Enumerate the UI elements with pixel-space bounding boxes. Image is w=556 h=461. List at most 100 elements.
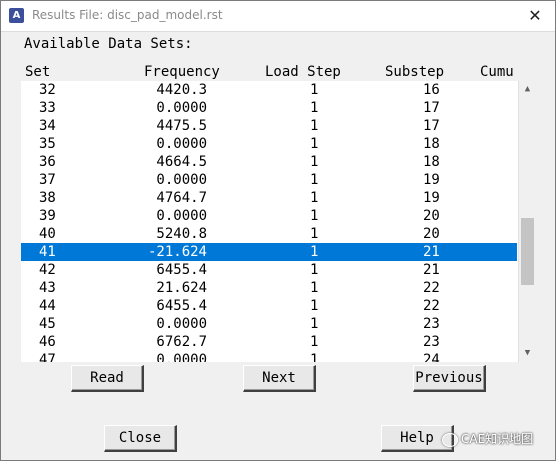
load-step-cell: 1 [310,154,319,170]
load-step-cell: 1 [310,100,319,116]
scrollbar-thumb[interactable] [521,218,534,285]
set-cell: 40 [39,226,56,242]
ansys-app-icon: A [9,8,24,23]
watermark-text: CAE知识地图 [461,432,534,446]
set-cell: 35 [39,136,56,152]
list-row[interactable]: 34 4475.5 1 17 [21,117,517,135]
set-cell: 36 [39,154,56,170]
frequency-cell: 0.0000 [156,352,207,362]
frequency-cell: 5240.8 [156,226,207,242]
load-step-cell: 1 [310,118,319,134]
load-step-cell: 1 [310,298,319,314]
substep-cell: 16 [423,82,440,98]
substep-cell: 19 [423,190,440,206]
frequency-cell: 4420.3 [156,82,207,98]
substep-cell: 21 [423,262,440,278]
wechat-logo-icon [442,432,458,447]
read-button[interactable]: Read [71,365,144,392]
column-header-frequency: Frequency [144,64,220,80]
substep-cell: 23 [423,316,440,332]
list-row[interactable]: 44 6455.4 1 22 [21,297,517,315]
substep-cell: 17 [423,118,440,134]
substep-cell: 22 [423,280,440,296]
set-cell: 41 [39,244,56,260]
set-cell: 37 [39,172,56,188]
substep-cell: 19 [423,172,440,188]
scroll-down-icon[interactable]: ▼ [519,345,536,362]
set-cell: 42 [39,262,56,278]
list-row[interactable]: 47 0.0000 1 24 [21,351,517,362]
load-step-cell: 1 [310,316,319,332]
list-row[interactable]: 33 0.0000 1 17 [21,99,517,117]
load-step-cell: 1 [310,334,319,350]
close-button[interactable]: Close [104,425,177,452]
frequency-cell: 0.0000 [156,100,207,116]
window-title: Results File: disc_pad_model.rst [32,8,223,22]
set-cell: 33 [39,100,56,116]
vertical-scrollbar[interactable]: ▲ ▼ [518,81,536,362]
frequency-cell: 6455.4 [156,262,207,278]
load-step-cell: 1 [310,172,319,188]
frequency-cell: -21.624 [147,244,207,260]
column-header-cumulative: Cumu [480,64,514,80]
load-step-cell: 1 [310,352,319,362]
list-row[interactable]: 38 4764.7 1 19 [21,189,517,207]
set-cell: 38 [39,190,56,206]
list-row[interactable]: 40 5240.8 1 20 [21,225,517,243]
set-cell: 39 [39,208,56,224]
substep-cell: 22 [423,298,440,314]
substep-cell: 18 [423,154,440,170]
load-step-cell: 1 [310,262,319,278]
frequency-cell: 4475.5 [156,118,207,134]
previous-button[interactable]: Previous [413,365,486,392]
substep-cell: 20 [423,226,440,242]
load-step-cell: 1 [310,190,319,206]
frequency-cell: 21.624 [156,280,207,296]
substep-cell: 20 [423,208,440,224]
close-icon[interactable]: ✕ [525,6,545,26]
set-cell: 45 [39,316,56,332]
frequency-cell: 4764.7 [156,190,207,206]
substep-cell: 17 [423,100,440,116]
substep-cell: 24 [423,352,440,362]
list-row[interactable]: 46 6762.7 1 23 [21,333,517,351]
substep-cell: 21 [423,244,440,260]
load-step-cell: 1 [310,82,319,98]
load-step-cell: 1 [310,136,319,152]
frequency-cell: 6762.7 [156,334,207,350]
list-row[interactable]: 41 -21.624 1 21 [21,243,517,261]
frequency-cell: 4664.5 [156,154,207,170]
data-sets-list[interactable]: 32 4420.3 1 16 33 0.0000 1 17 34 4475.5 1 17 35 0.000… [21,81,519,362]
set-cell: 32 [39,82,56,98]
frequency-cell: 6455.4 [156,298,207,314]
frequency-cell: 0.0000 [156,172,207,188]
list-row[interactable]: 32 4420.3 1 16 [21,81,517,99]
title-bar[interactable]: A Results File: disc_pad_model.rst ✕ [1,1,555,32]
load-step-cell: 1 [310,208,319,224]
column-header-set: Set [25,64,51,80]
list-row[interactable]: 43 21.624 1 22 [21,279,517,297]
list-row[interactable]: 39 0.0000 1 20 [21,207,517,225]
set-cell: 44 [39,298,56,314]
column-header-load-step: Load Step [265,64,341,80]
set-cell: 43 [39,280,56,296]
list-row[interactable]: 35 0.0000 1 18 [21,135,517,153]
frequency-cell: 0.0000 [156,208,207,224]
list-row[interactable]: 36 4664.5 1 18 [21,153,517,171]
available-data-sets-label: Available Data Sets: [24,36,193,52]
list-row[interactable]: 37 0.0000 1 19 [21,171,517,189]
next-button[interactable]: Next [243,365,316,392]
list-row[interactable]: 45 0.0000 1 23 [21,315,517,333]
column-header-substep: Substep [385,64,445,80]
list-row[interactable]: 42 6455.4 1 21 [21,261,517,279]
load-step-cell: 1 [310,244,319,260]
set-cell: 46 [39,334,56,350]
watermark: CAE知识地图 [442,430,534,447]
load-step-cell: 1 [310,280,319,296]
load-step-cell: 1 [310,226,319,242]
results-file-dialog: A Results File: disc_pad_model.rst ✕ Ava… [0,0,556,461]
set-cell: 34 [39,118,56,134]
column-header-row: Set Frequency Load Step Substep Cumu [21,64,521,80]
scroll-up-icon[interactable]: ▲ [519,81,536,98]
substep-cell: 23 [423,334,440,350]
